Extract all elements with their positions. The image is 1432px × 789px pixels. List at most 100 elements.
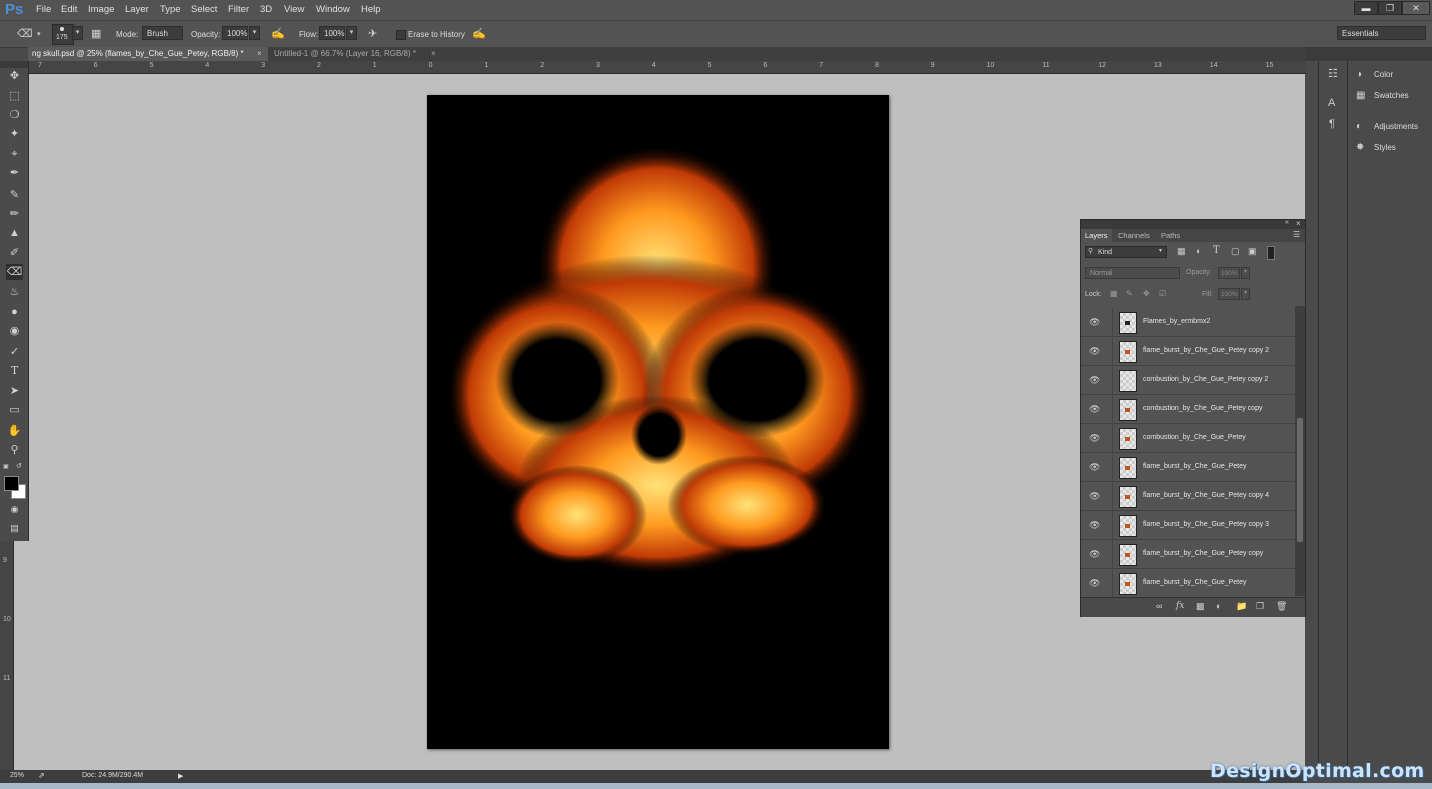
history-brush-tool-icon[interactable]: ✐ bbox=[6, 245, 23, 261]
eraser-tool-icon[interactable]: ⌫ bbox=[6, 264, 23, 280]
menu-view[interactable]: View bbox=[284, 4, 304, 15]
hand-tool-icon[interactable]: ✋ bbox=[6, 423, 23, 439]
tab-layers[interactable]: Layers bbox=[1081, 229, 1112, 242]
layer-row[interactable]: 👁 flame_burst_by_Che_Gue_Petey copy 4 bbox=[1081, 482, 1295, 511]
layer-row[interactable]: 👁 flame_burst_by_Che_Gue_Petey bbox=[1081, 453, 1295, 482]
menu-window[interactable]: Window bbox=[316, 4, 350, 15]
character-panel-icon[interactable]: A bbox=[1328, 97, 1335, 109]
filter-adjustment-icon[interactable]: ◐ bbox=[1196, 246, 1201, 256]
layer-row[interactable]: 👁 combustion_by_Che_Gue_Petey copy bbox=[1081, 395, 1295, 424]
document-tab[interactable]: Untitled-1 @ 66.7% (Layer 16, RGB/8) * bbox=[270, 47, 430, 61]
paragraph-panel-icon[interactable]: ¶ bbox=[1329, 118, 1335, 130]
eye-icon[interactable]: 👁 bbox=[1089, 346, 1100, 357]
layer-opacity-input[interactable]: 100% bbox=[1218, 267, 1240, 279]
minimize-button[interactable]: ▬ bbox=[1354, 1, 1378, 15]
export-icon[interactable]: ⇗ bbox=[38, 771, 45, 780]
layer-row[interactable]: 👁 flame_burst_by_Che_Gue_Petey copy 2 bbox=[1081, 337, 1295, 366]
link-icon[interactable]: ∞ bbox=[1156, 601, 1162, 611]
healing-brush-tool-icon[interactable]: ✎ bbox=[6, 187, 23, 203]
brush-size-picker[interactable]: 175 bbox=[52, 24, 74, 45]
tab-channels[interactable]: Channels bbox=[1114, 229, 1154, 242]
erase-to-history-checkbox[interactable] bbox=[396, 30, 406, 40]
mode-select[interactable]: Brush bbox=[142, 26, 183, 40]
dock-item-swatches[interactable]: ▦ Swatches bbox=[1356, 90, 1409, 101]
flow-slider-dropdown[interactable]: ▾ bbox=[346, 26, 357, 40]
layer-row[interactable]: 👁 flame_burst_by_Che_Gue_Petey copy 3 bbox=[1081, 511, 1295, 540]
filter-smart-object-icon[interactable]: ▣ bbox=[1248, 246, 1257, 257]
swap-colors-icon[interactable]: ↺ bbox=[16, 462, 22, 470]
menu-filter[interactable]: Filter bbox=[228, 4, 249, 15]
document-tab-active[interactable]: ng skull.psd @ 25% (flames_by_Che_Gue_Pe… bbox=[28, 47, 268, 61]
quick-mask-icon[interactable]: ◉ bbox=[6, 501, 23, 517]
marquee-tool-icon[interactable]: ⬚ bbox=[6, 88, 23, 104]
status-menu-arrow-icon[interactable]: ▶ bbox=[178, 772, 183, 780]
eye-icon[interactable]: 👁 bbox=[1089, 578, 1100, 589]
fill-input[interactable]: 100% bbox=[1218, 288, 1240, 300]
filter-type-icon[interactable]: T bbox=[1213, 245, 1220, 256]
eye-icon[interactable]: 👁 bbox=[1089, 433, 1100, 444]
lock-pixels-icon[interactable]: ✎ bbox=[1126, 289, 1133, 298]
trash-icon[interactable]: 🗑 bbox=[1276, 601, 1287, 612]
group-icon[interactable]: 📁 bbox=[1236, 601, 1247, 612]
menu-layer[interactable]: Layer bbox=[125, 4, 149, 15]
dodge-tool-icon[interactable]: ◉ bbox=[6, 323, 23, 339]
adjustment-layer-icon[interactable]: ◐ bbox=[1216, 601, 1221, 611]
eye-icon[interactable]: 👁 bbox=[1089, 462, 1100, 473]
layer-row[interactable]: 👁 combustion_by_Che_Gue_Petey copy 2 bbox=[1081, 366, 1295, 395]
layer-row[interactable]: 👁 combustion_by_Che_Gue_Petey bbox=[1081, 424, 1295, 453]
history-panel-icon[interactable]: ☷ bbox=[1328, 67, 1338, 80]
default-colors-icon[interactable]: ▣ bbox=[3, 463, 9, 470]
brush-picker-dropdown[interactable]: ▾ bbox=[72, 26, 83, 40]
menu-type[interactable]: Type bbox=[160, 4, 181, 15]
eye-icon[interactable]: 👁 bbox=[1089, 520, 1100, 531]
eyedropper-tool-icon[interactable]: ✒ bbox=[6, 165, 23, 181]
eye-icon[interactable]: 👁 bbox=[1089, 491, 1100, 502]
brush-tool-icon[interactable]: ✏ bbox=[6, 206, 23, 222]
type-tool-icon[interactable]: T bbox=[6, 363, 23, 379]
restore-button[interactable]: ❐ bbox=[1378, 1, 1402, 15]
zoom-level[interactable]: 25% bbox=[10, 772, 24, 779]
filter-shape-icon[interactable]: ▢ bbox=[1231, 246, 1240, 257]
layer-row[interactable]: 👁 Flames_by_ermbmx2 bbox=[1081, 308, 1295, 337]
fill-dropdown[interactable]: ▾ bbox=[1241, 288, 1250, 300]
layer-row[interactable]: 👁 flame_burst_by_Che_Gue_Petey copy bbox=[1081, 540, 1295, 569]
eye-icon[interactable]: 👁 bbox=[1089, 317, 1100, 328]
lock-position-icon[interactable]: ✥ bbox=[1143, 289, 1150, 298]
lock-all-icon[interactable]: ☑ bbox=[1159, 289, 1166, 298]
close-button[interactable]: ✕ bbox=[1402, 1, 1430, 15]
airbrush-icon[interactable]: ✈ bbox=[368, 27, 377, 40]
layer-filter-select[interactable]: Kind bbox=[1085, 246, 1167, 258]
workspace-select[interactable]: Essentials bbox=[1337, 26, 1426, 40]
menu-image[interactable]: Image bbox=[88, 4, 114, 15]
crop-tool-icon[interactable]: ⌖ bbox=[6, 146, 23, 162]
lasso-tool-icon[interactable]: ❍ bbox=[6, 107, 23, 123]
shape-tool-icon[interactable]: ▭ bbox=[6, 402, 23, 418]
tab-close-icon[interactable]: × bbox=[257, 49, 262, 58]
new-layer-icon[interactable]: ❐ bbox=[1256, 601, 1264, 612]
screen-mode-icon[interactable]: ▤ bbox=[6, 520, 23, 536]
pen-tool-icon[interactable]: ✓ bbox=[6, 344, 23, 360]
blur-tool-icon[interactable]: ● bbox=[6, 304, 23, 320]
dock-item-color[interactable]: ◑ Color bbox=[1356, 69, 1393, 80]
magic-wand-tool-icon[interactable]: ✦ bbox=[6, 126, 23, 142]
flow-input[interactable]: 100% bbox=[319, 26, 345, 40]
zoom-tool-icon[interactable]: ⚲ bbox=[6, 442, 23, 458]
layer-opacity-dropdown[interactable]: ▾ bbox=[1241, 267, 1250, 279]
eye-icon[interactable]: 👁 bbox=[1089, 549, 1100, 560]
panel-menu-icon[interactable]: ☰ bbox=[1293, 230, 1300, 239]
tab-paths[interactable]: Paths bbox=[1157, 229, 1184, 242]
toolbox-header[interactable] bbox=[0, 61, 28, 68]
path-selection-tool-icon[interactable]: ➤ bbox=[6, 383, 23, 399]
chevron-down-icon[interactable]: ▾ bbox=[37, 30, 41, 38]
tab-close-icon[interactable]: × bbox=[431, 49, 436, 58]
opacity-input[interactable]: 100% bbox=[222, 26, 248, 40]
dock-item-adjustments[interactable]: ◐ Adjustments bbox=[1356, 121, 1418, 132]
filter-toggle[interactable] bbox=[1267, 246, 1275, 260]
eye-icon[interactable]: 👁 bbox=[1089, 375, 1100, 386]
menu-file[interactable]: File bbox=[36, 4, 51, 15]
brush-panel-toggle-icon[interactable]: ▦ bbox=[91, 27, 101, 40]
dock-item-styles[interactable]: ✸ Styles bbox=[1356, 142, 1396, 153]
mask-icon[interactable]: ▩ bbox=[1196, 601, 1205, 612]
clone-stamp-tool-icon[interactable]: ▲ bbox=[6, 225, 23, 241]
eraser-tool-preset-icon[interactable]: ⌫ bbox=[17, 27, 33, 40]
